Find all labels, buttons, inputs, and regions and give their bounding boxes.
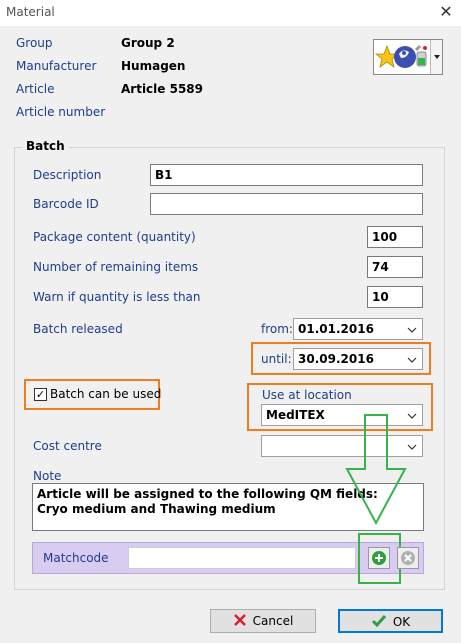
- location-label: Use at location: [262, 388, 352, 402]
- batch-released-label: Batch released: [33, 322, 123, 336]
- group-value: Group 2: [121, 36, 175, 50]
- location-value: MedITEX: [266, 408, 325, 422]
- warn-quantity-input[interactable]: 10: [367, 286, 423, 308]
- checkmark-icon: [371, 615, 386, 628]
- image-select-button[interactable]: [373, 39, 443, 75]
- manufacturer-label: Manufacturer: [16, 59, 97, 73]
- clear-icon: [401, 551, 415, 565]
- chevron-down-icon: [434, 55, 440, 59]
- until-date-value: 30.09.2016: [298, 352, 374, 366]
- cancel-x-icon: [233, 614, 246, 626]
- can-be-used-label: Batch can be used: [50, 387, 162, 401]
- can-be-used-checkbox[interactable]: ✓: [34, 388, 47, 401]
- until-date-picker[interactable]: 30.09.2016: [293, 348, 423, 370]
- cost-centre-label: Cost centre: [33, 439, 102, 453]
- window-title: Material: [6, 5, 55, 19]
- barcode-label: Barcode ID: [33, 197, 99, 211]
- from-label: from:: [261, 322, 293, 336]
- matchcode-label: Matchcode: [43, 551, 109, 565]
- from-date-value: 01.01.2016: [298, 322, 374, 336]
- batch-title: Batch: [22, 139, 69, 153]
- cancel-button[interactable]: Cancel: [210, 609, 316, 633]
- note-label: Note: [33, 469, 62, 483]
- article-label: Article: [16, 82, 55, 96]
- materials-icon: [375, 44, 427, 68]
- until-label: until:: [261, 352, 292, 366]
- package-content-label: Package content (quantity): [33, 230, 196, 244]
- add-matchcode-button[interactable]: [368, 547, 390, 569]
- chevron-down-icon: [407, 327, 417, 333]
- matchcode-input[interactable]: [128, 547, 356, 569]
- plus-circle-icon: [372, 551, 386, 565]
- image-dropdown-arrow[interactable]: [430, 40, 442, 74]
- title-bar: [0, 0, 461, 26]
- description-input[interactable]: B1: [150, 164, 423, 186]
- barcode-input[interactable]: [150, 193, 423, 215]
- warn-quantity-label: Warn if quantity is less than: [33, 290, 201, 304]
- remaining-items-input[interactable]: 74: [367, 256, 423, 278]
- green-arrow-annotation: [345, 414, 407, 526]
- close-icon[interactable]: ✕: [436, 2, 456, 22]
- manufacturer-value: Humagen: [121, 59, 186, 73]
- package-content-input[interactable]: 100: [367, 226, 423, 248]
- from-date-picker[interactable]: 01.01.2016: [293, 318, 423, 340]
- cancel-label: Cancel: [252, 614, 294, 628]
- group-label: Group: [16, 36, 53, 50]
- remove-matchcode-button[interactable]: [397, 547, 419, 569]
- article-value: Article 5589: [121, 82, 203, 96]
- remaining-items-label: Number of remaining items: [33, 260, 199, 274]
- description-label: Description: [33, 168, 102, 182]
- ok-label: OK: [392, 615, 411, 629]
- article-number-label: Article number: [16, 105, 106, 119]
- chevron-down-icon: [407, 357, 417, 363]
- ok-button[interactable]: OK: [338, 609, 443, 633]
